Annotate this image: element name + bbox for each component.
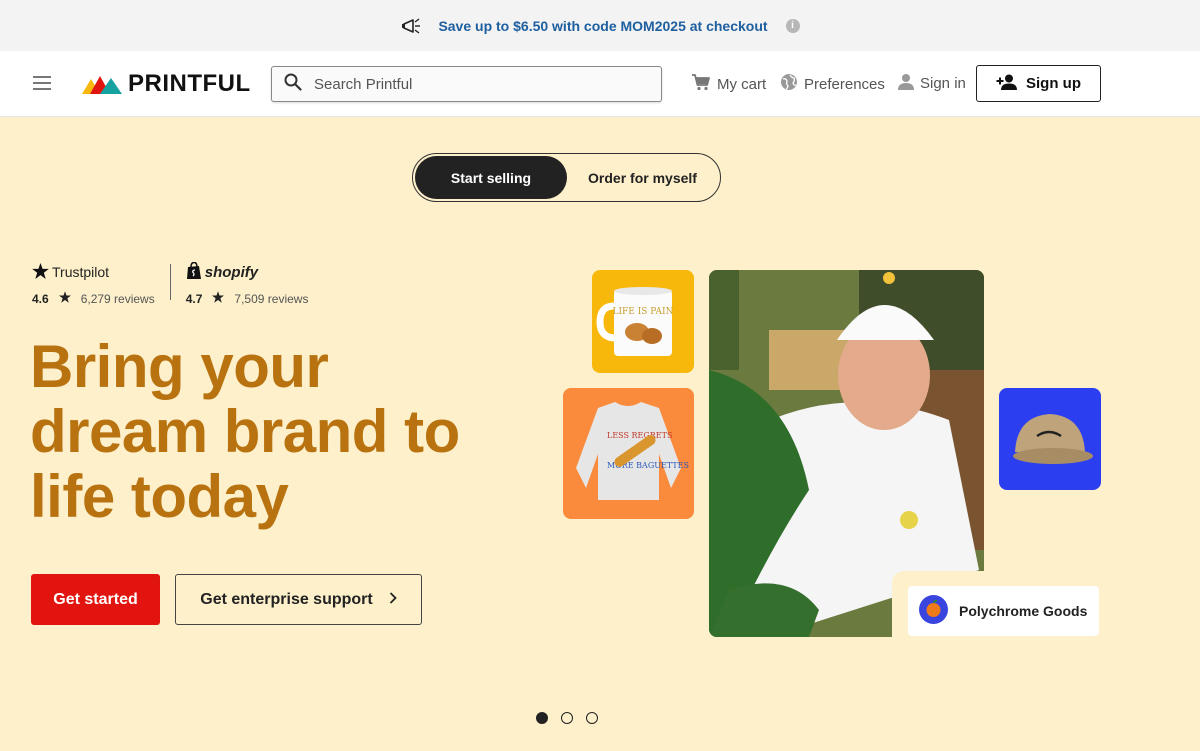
shopify-bag-icon bbox=[186, 261, 202, 283]
star-icon bbox=[58, 291, 71, 306]
enterprise-support-label: Get enterprise support bbox=[200, 590, 373, 608]
sign-in-link[interactable]: Sign in bbox=[898, 73, 966, 94]
shopify-score: 4.7 bbox=[185, 291, 203, 306]
toggle-start-selling[interactable]: Start selling bbox=[415, 156, 567, 199]
trustpilot-star-icon bbox=[32, 262, 49, 282]
audience-toggle: Start selling Order for myself bbox=[412, 153, 721, 202]
search-input[interactable] bbox=[314, 75, 634, 93]
my-cart-label: My cart bbox=[717, 75, 767, 93]
trustpilot-rating[interactable]: Trustpilot 4.6 6,279 reviews bbox=[32, 262, 155, 306]
my-cart-link[interactable]: My cart bbox=[691, 73, 766, 95]
promo-text[interactable]: Save up to $6.50 with code MOM2025 at ch… bbox=[438, 18, 767, 34]
ratings-row: Trustpilot 4.6 6,279 reviews shopify 4.7… bbox=[32, 261, 309, 306]
sign-in-label: Sign in bbox=[920, 75, 966, 92]
search-box[interactable] bbox=[271, 66, 662, 102]
mug-print-text: LIFE IS PAIN bbox=[613, 307, 674, 317]
chevron-right-icon bbox=[389, 591, 397, 609]
printful-mountains-icon bbox=[82, 76, 122, 94]
mug-product-image: LIFE IS PAIN bbox=[592, 270, 694, 373]
brand-badge: Polychrome Goods bbox=[908, 586, 1099, 636]
carousel-dot-2[interactable] bbox=[561, 712, 573, 724]
add-person-icon bbox=[996, 74, 1018, 94]
enterprise-support-button[interactable]: Get enterprise support bbox=[175, 574, 422, 625]
promo-bar: Save up to $6.50 with code MOM2025 at ch… bbox=[0, 0, 1200, 51]
ratings-divider bbox=[169, 264, 171, 300]
star-icon bbox=[212, 291, 225, 306]
globe-icon bbox=[780, 73, 798, 95]
person-icon bbox=[898, 73, 914, 94]
sweater-product-image: LESS REGRETS MORE BAGUETTES bbox=[563, 388, 694, 519]
get-started-button[interactable]: Get started bbox=[31, 574, 160, 625]
preferences-link[interactable]: Preferences bbox=[780, 73, 885, 95]
hero-headline: Bring your dream brand to life today bbox=[30, 333, 460, 530]
cart-icon bbox=[691, 73, 711, 95]
shopify-rating[interactable]: shopify 4.7 7,509 reviews bbox=[185, 261, 309, 306]
sweater-print-text-1: LESS REGRETS bbox=[607, 431, 672, 440]
info-icon[interactable]: i bbox=[785, 18, 800, 33]
trustpilot-reviews: 6,279 reviews bbox=[80, 291, 155, 306]
trustpilot-score: 4.6 bbox=[32, 291, 49, 306]
sign-up-button[interactable]: Sign up bbox=[976, 65, 1101, 102]
shopify-reviews: 7,509 reviews bbox=[234, 291, 309, 306]
cap-product-image bbox=[999, 388, 1101, 490]
hamburger-menu-icon[interactable] bbox=[33, 76, 51, 90]
sign-up-label: Sign up bbox=[1026, 75, 1081, 92]
search-icon bbox=[284, 73, 302, 96]
printful-logo[interactable]: PRINTFUL bbox=[82, 70, 251, 97]
brand-badge-name: Polychrome Goods bbox=[959, 603, 1088, 619]
shopify-label: shopify bbox=[204, 263, 259, 281]
trustpilot-label: Trustpilot bbox=[52, 264, 110, 280]
carousel-dot-1[interactable] bbox=[536, 712, 548, 724]
site-header: PRINTFUL My cart Preferences Sign in Sig… bbox=[0, 51, 1200, 117]
toggle-order-for-myself[interactable]: Order for myself bbox=[567, 156, 718, 199]
megaphone-icon bbox=[400, 16, 424, 36]
logo-text: PRINTFUL bbox=[128, 70, 251, 97]
carousel-dots bbox=[536, 712, 598, 724]
carousel-dot-3[interactable] bbox=[586, 712, 598, 724]
brand-avatar-icon bbox=[919, 595, 948, 627]
preferences-label: Preferences bbox=[804, 75, 885, 93]
